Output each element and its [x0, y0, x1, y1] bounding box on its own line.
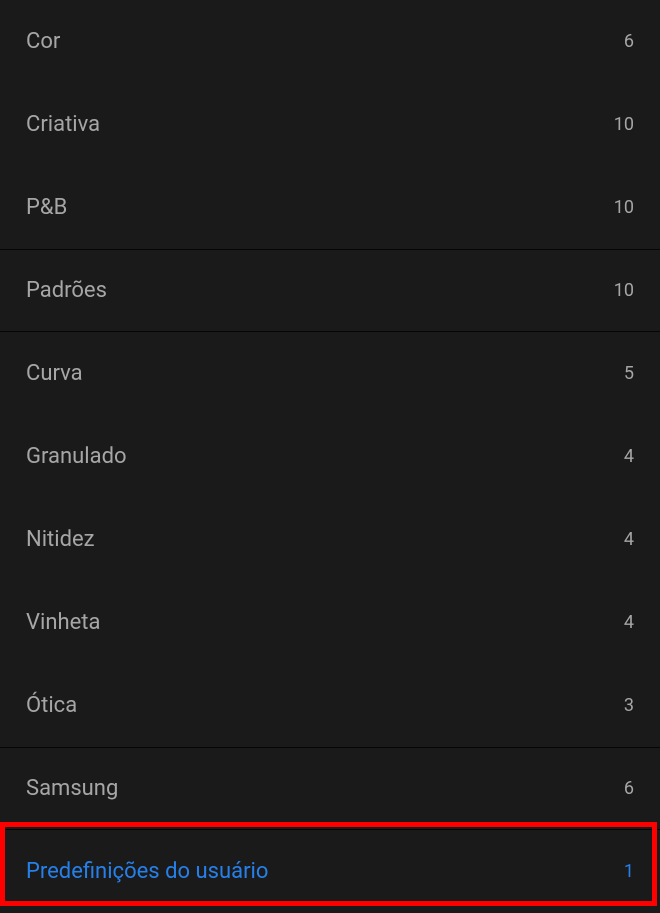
preset-item-count: 5 [624, 363, 634, 384]
preset-list-container: Cor 6 Criativa 10 P&B 10 Padrões 10 Curva 5 Granul… [0, 0, 660, 907]
preset-item-label: Nitidez [26, 527, 95, 552]
preset-item-10[interactable]: Predefinições do usuário 1 [0, 830, 660, 913]
preset-item-label: P&B [26, 195, 67, 220]
preset-item-5[interactable]: Granulado 4 [0, 415, 660, 498]
preset-item-2[interactable]: P&B 10 [0, 166, 660, 249]
preset-item-count: 6 [624, 778, 634, 799]
preset-item-9[interactable]: Samsung 6 [0, 747, 660, 830]
preset-item-label: Granulado [26, 444, 127, 469]
preset-item-3[interactable]: Padrões 10 [0, 249, 660, 332]
preset-item-label: Criativa [26, 112, 100, 137]
preset-item-count: 1 [624, 861, 634, 882]
preset-item-label: Padrões [26, 278, 107, 303]
preset-item-8[interactable]: Ótica 3 [0, 664, 660, 747]
preset-item-count: 6 [624, 31, 634, 52]
preset-item-count: 4 [624, 446, 634, 467]
preset-item-0[interactable]: Cor 6 [0, 0, 660, 83]
preset-item-label: Samsung [26, 776, 118, 801]
preset-item-6[interactable]: Nitidez 4 [0, 498, 660, 581]
preset-item-count: 10 [614, 114, 634, 135]
preset-item-count: 10 [614, 197, 634, 218]
preset-item-7[interactable]: Vinheta 4 [0, 581, 660, 664]
preset-item-4[interactable]: Curva 5 [0, 332, 660, 415]
preset-item-count: 3 [624, 695, 634, 716]
preset-item-1[interactable]: Criativa 10 [0, 83, 660, 166]
preset-item-count: 4 [624, 529, 634, 550]
preset-item-label: Cor [26, 29, 60, 54]
preset-item-count: 10 [614, 280, 634, 301]
preset-item-label: Curva [26, 361, 83, 386]
preset-item-label: Predefinições do usuário [26, 859, 268, 884]
preset-item-count: 4 [624, 612, 634, 633]
preset-item-label: Ótica [26, 693, 77, 718]
preset-item-label: Vinheta [26, 610, 100, 635]
